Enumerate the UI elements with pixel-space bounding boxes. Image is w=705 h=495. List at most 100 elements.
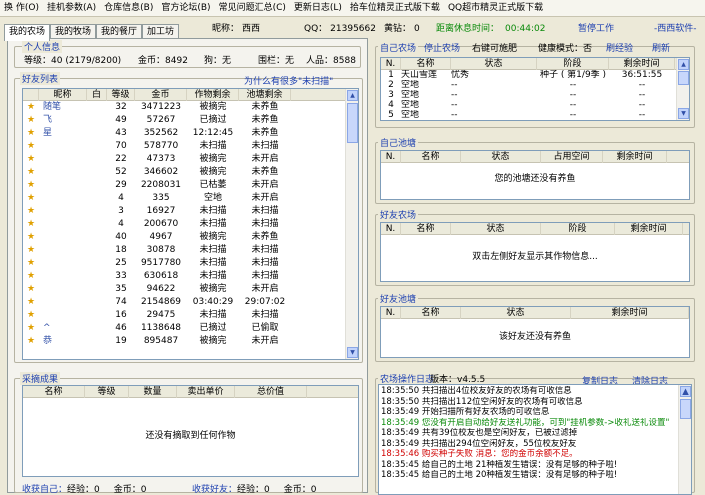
friend-row[interactable]: ★ 4 200670 未扫描 未扫描 xyxy=(23,218,358,231)
friend-cell: 25 xyxy=(115,258,127,268)
friend-pond-col-n[interactable]: N. xyxy=(381,307,401,319)
friend-row[interactable]: ★ 29 2208031 已枯萎 未开启 xyxy=(23,179,358,192)
menu-item-7[interactable]: QQ超市精灵正式版下载 xyxy=(444,0,547,15)
harvest-col-name[interactable]: 名称 xyxy=(23,386,85,398)
friend-farm-table: N. 名称 状态 阶段 剩余时间 双击左侧好友显示其作物信息... xyxy=(380,222,690,282)
farm-cell: -- xyxy=(638,100,646,110)
friend-farm-col-status[interactable]: 状态 xyxy=(451,223,541,235)
star-icon: ★ xyxy=(26,323,36,333)
my-farm-col-n[interactable]: N. xyxy=(381,58,401,70)
harvest-friend-gold: 0 xyxy=(310,485,317,495)
friend-pond-col-time[interactable]: 剩余时间 xyxy=(571,307,689,319)
stop-farm-button[interactable]: 停止农场 xyxy=(424,41,460,54)
refresh-exp-button[interactable]: 刷经验 xyxy=(606,41,633,54)
log-textbox[interactable]: 18:35:50 共扫描出4位校友好友的农场有可收信息 18:35:50 共扫描出… xyxy=(378,384,692,495)
friend-row[interactable]: ★ 70 578770 未扫描 未扫描 xyxy=(23,140,358,153)
friend-col-gold[interactable]: 金币 xyxy=(135,89,187,101)
my-farm-col-name[interactable]: 名称 xyxy=(401,58,451,70)
scroll-thumb[interactable] xyxy=(680,399,691,419)
friend-row[interactable]: ★ 52 346602 被摘完 未养鱼 xyxy=(23,166,358,179)
friend-row[interactable]: ★ 3 16927 未扫描 未扫描 xyxy=(23,205,358,218)
scroll-up-icon[interactable]: ▲ xyxy=(680,386,691,397)
friend-row[interactable]: ★ 25 9517780 未扫描 未扫描 xyxy=(23,257,358,270)
friend-col-level[interactable]: 等级 xyxy=(107,89,135,101)
friend-row[interactable]: ★ 16 29475 未扫描 未扫描 xyxy=(23,309,358,322)
log-line: 18:35:49 您没有开启自动给好友送礼功能，可到"挂机参数->收礼送礼设置" xyxy=(381,417,670,428)
scroll-up-icon[interactable]: ▲ xyxy=(347,90,358,101)
friend-cell: 未开启 xyxy=(251,336,279,346)
menu-item-0[interactable]: 换 作(O) xyxy=(0,0,43,15)
friend-farm-col-n[interactable]: N. xyxy=(381,223,401,235)
menu-item-5[interactable]: 更新日志(L) xyxy=(290,0,346,15)
my-farm-col-time[interactable]: 剩余时间 xyxy=(609,58,675,70)
refresh-button[interactable]: 刷新 xyxy=(652,41,670,54)
friend-table-body: ★ 随笔 32 3471223 被摘完 未养鱼 ★ 飞 49 57267 已摘过 未养鱼 ★ 星 43 352… xyxy=(23,101,358,348)
farm-cell: -- xyxy=(638,80,646,90)
friend-col-white[interactable]: 白 xyxy=(87,89,107,101)
my-farm-col-stage[interactable]: 阶段 xyxy=(537,58,609,70)
friend-row[interactable]: ★ 星 43 352562 12:12:45 未养鱼 xyxy=(23,127,358,140)
scroll-down-icon[interactable]: ▼ xyxy=(347,347,358,358)
menu-item-3[interactable]: 官方论坛(B) xyxy=(157,0,214,15)
scroll-thumb[interactable] xyxy=(678,71,689,85)
friend-row[interactable]: ★ 恭 19 895487 被摘完 未开启 xyxy=(23,335,358,348)
friend-row[interactable]: ★ ^ 46 1138648 已摘过 已偷取 xyxy=(23,322,358,335)
farm-plot-row[interactable]: 1 天山雪莲 忧秀 种子 ( 第1/9季 ) 36:51:55 xyxy=(381,70,689,80)
friend-cell: 43 xyxy=(115,128,127,138)
friend-farm-col-name[interactable]: 名称 xyxy=(401,223,451,235)
friend-row[interactable]: ★ 22 47373 被摘完 未开启 xyxy=(23,153,358,166)
my-pond-col-status[interactable]: 状态 xyxy=(461,151,541,163)
my-farm-scrollbar[interactable]: ▲ ▼ xyxy=(676,58,689,120)
harvest-col-level[interactable]: 等级 xyxy=(85,386,129,398)
friend-cell xyxy=(87,335,107,348)
harvest-col-price[interactable]: 卖出单价 xyxy=(177,386,235,398)
friend-cell: 已枯萎 xyxy=(199,180,227,190)
friend-pond-col-status[interactable]: 状态 xyxy=(461,307,571,319)
menu-item-6[interactable]: 拾车位精灵正式版下载 xyxy=(346,0,444,15)
friend-col-nick[interactable]: 昵称 xyxy=(39,89,87,101)
friend-farm-col-stage[interactable]: 阶段 xyxy=(541,223,615,235)
farm-plot-row[interactable]: 4 空地 -- -- -- xyxy=(381,100,689,110)
friend-row[interactable]: ★ 35 94622 被摘完 未开启 xyxy=(23,283,358,296)
friend-row[interactable]: ★ 随笔 32 3471223 被摘完 未养鱼 xyxy=(23,101,358,114)
my-pond-col-time[interactable]: 剩余时间 xyxy=(603,151,667,163)
friend-cell: 未开启 xyxy=(251,193,279,203)
friend-col-crop[interactable]: 作物剩余 xyxy=(187,89,239,101)
scroll-down-icon[interactable]: ▼ xyxy=(678,108,689,119)
farm-plot-row[interactable]: 2 空地 -- -- -- xyxy=(381,80,689,90)
farm-plot-row[interactable]: 5 空地 -- -- -- xyxy=(381,110,689,120)
farm-plot-row[interactable]: 3 空地 -- -- -- xyxy=(381,90,689,100)
harvest-col-count[interactable]: 数量 xyxy=(129,386,177,398)
friend-row[interactable]: ★ 74 2154869 03:40:29 29:07:02 xyxy=(23,296,358,309)
friend-farm-table-header: N. 名称 状态 阶段 剩余时间 xyxy=(381,223,689,235)
scroll-up-icon[interactable]: ▲ xyxy=(678,59,689,70)
friend-farm-col-time[interactable]: 剩余时间 xyxy=(615,223,683,235)
why-unscanned-link[interactable]: 为什么有很多"未扫描" xyxy=(244,74,333,87)
tab-workshop[interactable]: 加工坊 xyxy=(142,24,180,39)
menu-item-1[interactable]: 挂机参数(A) xyxy=(43,0,100,15)
tab-my-farm[interactable]: 我的农场 xyxy=(4,24,51,41)
menu-item-4[interactable]: 常见问题汇总(C) xyxy=(215,0,290,15)
friend-pond-col-name[interactable]: 名称 xyxy=(401,307,461,319)
my-pond-col-name[interactable]: 名称 xyxy=(401,151,461,163)
my-pond-col-space[interactable]: 占用空间 xyxy=(541,151,603,163)
friend-row[interactable]: ★ 33 630618 未扫描 未扫描 xyxy=(23,270,358,283)
farm-cell: -- xyxy=(569,90,577,100)
farm-cell: -- xyxy=(569,100,577,110)
harvest-col-total[interactable]: 总价值 xyxy=(235,386,307,398)
friend-col-pond[interactable]: 池塘剩余 xyxy=(239,89,291,101)
pause-button[interactable]: 暂停工作 xyxy=(578,21,614,34)
friend-row[interactable]: ★ 飞 49 57267 已摘过 未养鱼 xyxy=(23,114,358,127)
tab-my-restaurant[interactable]: 我的餐厅 xyxy=(96,24,143,39)
friend-row[interactable]: ★ 18 30878 未扫描 未扫描 xyxy=(23,244,358,257)
scroll-thumb[interactable] xyxy=(347,103,358,143)
log-scrollbar[interactable]: ▲ xyxy=(678,385,691,494)
menu-item-2[interactable]: 仓库信息(B) xyxy=(100,0,157,15)
friend-row[interactable]: ★ 4 335 空地 未开启 xyxy=(23,192,358,205)
my-pond-col-n[interactable]: N. xyxy=(381,151,401,163)
rest-timer: 距离休息时间： 00:44:02 xyxy=(436,21,545,34)
friend-row[interactable]: ★ 40 4967 被摘完 未养鱼 xyxy=(23,231,358,244)
my-farm-col-status[interactable]: 状态 xyxy=(451,58,537,70)
tab-my-ranch[interactable]: 我的牧场 xyxy=(50,24,97,39)
friend-table-scrollbar[interactable]: ▲ ▼ xyxy=(345,89,358,359)
